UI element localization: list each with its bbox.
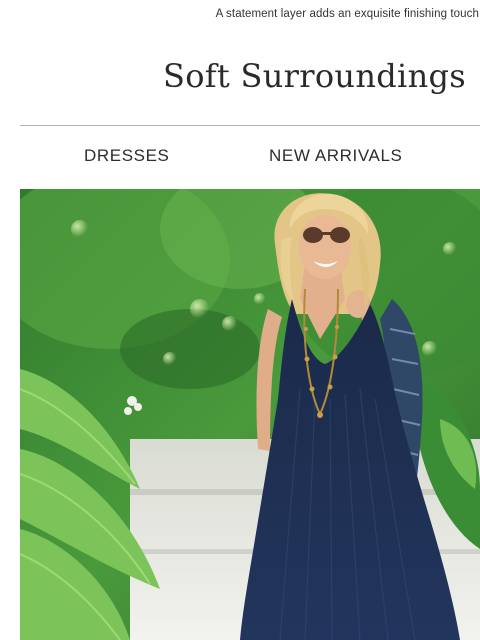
- header-divider: [20, 125, 480, 126]
- nav-item-new-arrivals[interactable]: NEW ARRIVALS: [269, 145, 402, 167]
- model-photo-icon: [20, 189, 480, 640]
- nav-item-dresses[interactable]: DRESSES: [84, 145, 169, 167]
- preheader-text: A statement layer adds an exquisite fini…: [215, 8, 479, 20]
- primary-nav: DRESSES NEW ARRIVALS: [20, 145, 480, 169]
- hero-image[interactable]: [20, 189, 480, 640]
- preheader: A statement layer adds an exquisite fini…: [0, 8, 480, 20]
- brand-logo[interactable]: Soft Surroundings: [163, 54, 466, 98]
